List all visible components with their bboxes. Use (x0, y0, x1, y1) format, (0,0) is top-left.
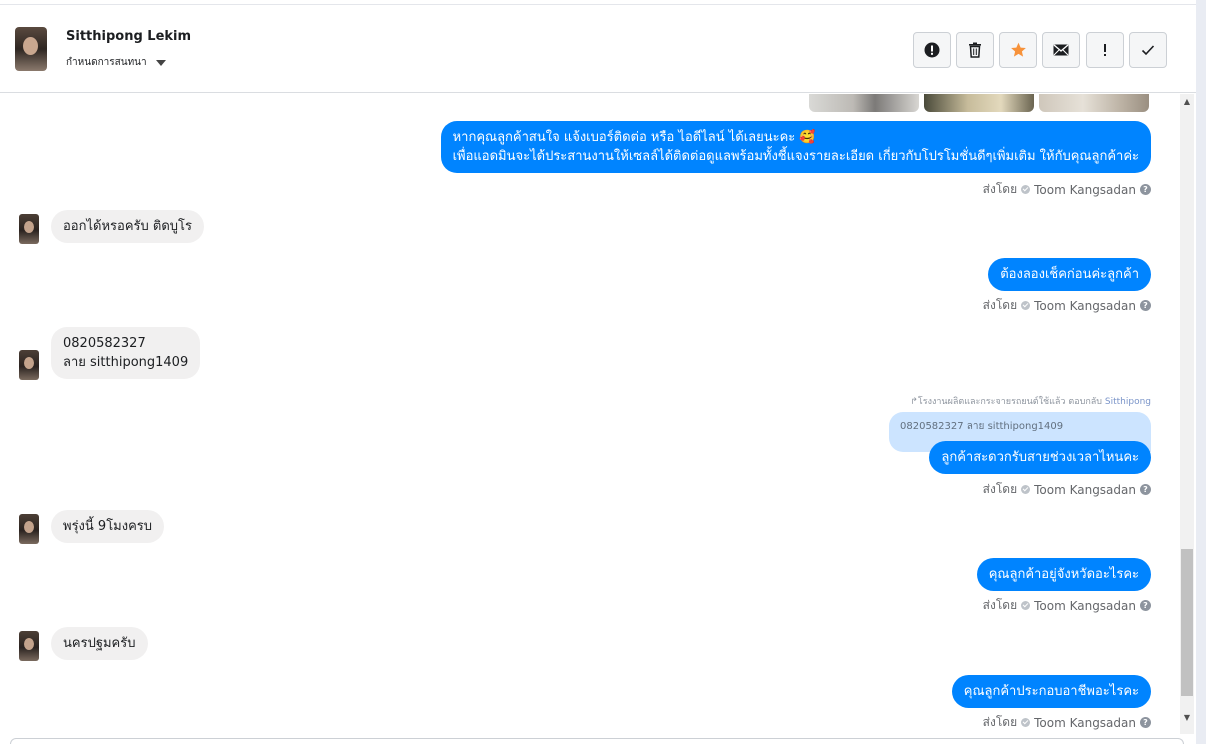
message-text: ออกได้หรอครับ ติดบูโร (63, 219, 192, 234)
help-icon[interactable]: ? (1140, 600, 1151, 611)
sent-by-line: ส่งโดย Toom Kangsadan ? (983, 713, 1151, 732)
star-icon (1010, 42, 1026, 57)
sender-name[interactable]: Toom Kangsadan (1034, 183, 1136, 197)
sent-by-prefix: ส่งโดย (982, 182, 1018, 196)
contact-avatar-small[interactable] (19, 214, 39, 244)
sent-by-line: ส่งโดย Toom Kangsadan ? (983, 296, 1151, 315)
mail-icon (1053, 44, 1069, 56)
message-text: ลูกค้าสะดวกรับสายช่วงเวลาไหนคะ (941, 450, 1139, 465)
verified-check-icon (1021, 485, 1031, 494)
exclamation-icon (1104, 44, 1106, 56)
sender-name[interactable]: Toom Kangsadan (1034, 599, 1136, 613)
attached-photo[interactable] (924, 94, 1034, 112)
composer-edge[interactable] (10, 738, 1184, 744)
outgoing-message-bubble[interactable]: ลูกค้าสะดวกรับสายช่วงเวลาไหนคะ (929, 441, 1151, 474)
help-icon[interactable]: ? (1140, 484, 1151, 495)
outgoing-message-bubble[interactable]: คุณลูกค้าอยู่จังหวัดอะไรคะ (976, 558, 1151, 591)
incoming-message-bubble[interactable]: 0820582327 ลาย sitthipong1409 (51, 327, 201, 379)
outgoing-message-bubble[interactable]: คุณลูกค้าประกอบอาชีพอะไรคะ (951, 675, 1151, 708)
message-list[interactable]: หากคุณลูกค้าสนใจ แจ้งเบอร์ติดต่อ หรือ ไอ… (0, 94, 1180, 744)
alert-circle-icon (924, 42, 940, 58)
incoming-message-bubble[interactable]: นครปฐมครับ (51, 627, 148, 660)
attached-photo[interactable] (809, 94, 919, 112)
conversation-header: Sitthipong Lekim กำหนดการสนทนา (0, 5, 1196, 93)
check-icon (1141, 45, 1155, 56)
caret-down-icon (155, 59, 166, 66)
reply-context: ↱โรงงานผลิตและกระจายรถยนต์ใช้แล้ว ตอบกลั… (910, 394, 1151, 408)
contact-avatar[interactable] (15, 27, 47, 71)
verified-check-icon (1021, 301, 1031, 310)
reply-context-prefix: ↱โรงงานผลิตและกระจายรถยนต์ใช้แล้ว ตอบกลั… (910, 397, 1102, 407)
message-text: พรุ่งนี้ 9โมงครบ (63, 519, 153, 534)
sender-name[interactable]: Toom Kangsadan (1034, 483, 1136, 497)
outgoing-message-bubble[interactable]: ต้องลองเช็คก่อนค่ะลูกค้า (988, 258, 1151, 291)
sent-by-prefix: ส่งโดย (982, 298, 1018, 312)
assign-conversation-dropdown[interactable]: กำหนดการสนทนา (66, 55, 166, 70)
reply-context-name[interactable]: Sitthipong (1105, 397, 1151, 407)
verified-check-icon (1021, 185, 1031, 194)
sent-by-line: ส่งโดย Toom Kangsadan ? (983, 180, 1151, 199)
message-text-line: ลาย sitthipong1409 (63, 355, 189, 370)
delete-button[interactable] (956, 32, 994, 68)
verified-check-icon (1021, 718, 1031, 727)
incoming-message-bubble[interactable]: พรุ่งนี้ 9โมงครบ (51, 510, 165, 543)
mark-important-button[interactable] (1086, 32, 1124, 68)
message-text-line: หากคุณลูกค้าสนใจ แจ้งเบอร์ติดต่อ หรือ ไอ… (452, 130, 816, 145)
window-edge (1196, 0, 1206, 744)
sent-by-line: ส่งโดย Toom Kangsadan ? (983, 480, 1151, 499)
assign-label: กำหนดการสนทนา (66, 57, 147, 68)
scroll-up-icon[interactable]: ▲ (1180, 97, 1194, 106)
help-icon[interactable]: ? (1140, 300, 1151, 311)
report-spam-button[interactable] (913, 32, 951, 68)
star-button[interactable] (999, 32, 1037, 68)
scrollbar-thumb[interactable] (1181, 549, 1193, 696)
trash-icon (969, 42, 981, 58)
attached-photo[interactable] (1039, 94, 1149, 112)
contact-avatar-small[interactable] (19, 631, 39, 661)
sender-name[interactable]: Toom Kangsadan (1034, 716, 1136, 730)
message-text-line: 0820582327 (63, 336, 146, 351)
message-text: ต้องลองเช็คก่อนค่ะลูกค้า (1000, 267, 1139, 282)
message-text: นครปฐมครับ (63, 636, 136, 651)
mark-unread-button[interactable] (1042, 32, 1080, 68)
verified-check-icon (1021, 601, 1031, 610)
message-text: คุณลูกค้าประกอบอาชีพอะไรคะ (963, 684, 1139, 699)
help-icon[interactable]: ? (1140, 717, 1151, 728)
message-text: คุณลูกค้าอยู่จังหวัดอะไรคะ (988, 567, 1139, 582)
help-icon[interactable]: ? (1140, 184, 1151, 195)
contact-avatar-small[interactable] (19, 350, 39, 380)
sent-by-prefix: ส่งโดย (982, 715, 1018, 729)
sent-by-prefix: ส่งโดย (982, 598, 1018, 612)
sent-by-prefix: ส่งโดย (982, 482, 1018, 496)
contact-name[interactable]: Sitthipong Lekim (66, 29, 191, 44)
conversation-window: Sitthipong Lekim กำหนดการสนทนา หากคุณลูก… (0, 0, 1206, 744)
mark-done-button[interactable] (1129, 32, 1167, 68)
sender-name[interactable]: Toom Kangsadan (1034, 299, 1136, 313)
message-text-line: เพื่อแอดมินจะได้ประสานงานให้เซลล์ได้ติดต… (452, 149, 1139, 164)
contact-avatar-small[interactable] (19, 514, 39, 544)
sent-by-line: ส่งโดย Toom Kangsadan ? (983, 596, 1151, 615)
scrollbar[interactable]: ▲ ▼ (1180, 94, 1194, 734)
scroll-down-icon[interactable]: ▼ (1180, 713, 1194, 722)
incoming-message-bubble[interactable]: ออกได้หรอครับ ติดบูโร (51, 210, 204, 243)
quoted-text: 0820582327 ลาย sitthipong1409 (900, 421, 1064, 432)
outgoing-message-bubble[interactable]: หากคุณลูกค้าสนใจ แจ้งเบอร์ติดต่อ หรือ ไอ… (440, 121, 1151, 173)
